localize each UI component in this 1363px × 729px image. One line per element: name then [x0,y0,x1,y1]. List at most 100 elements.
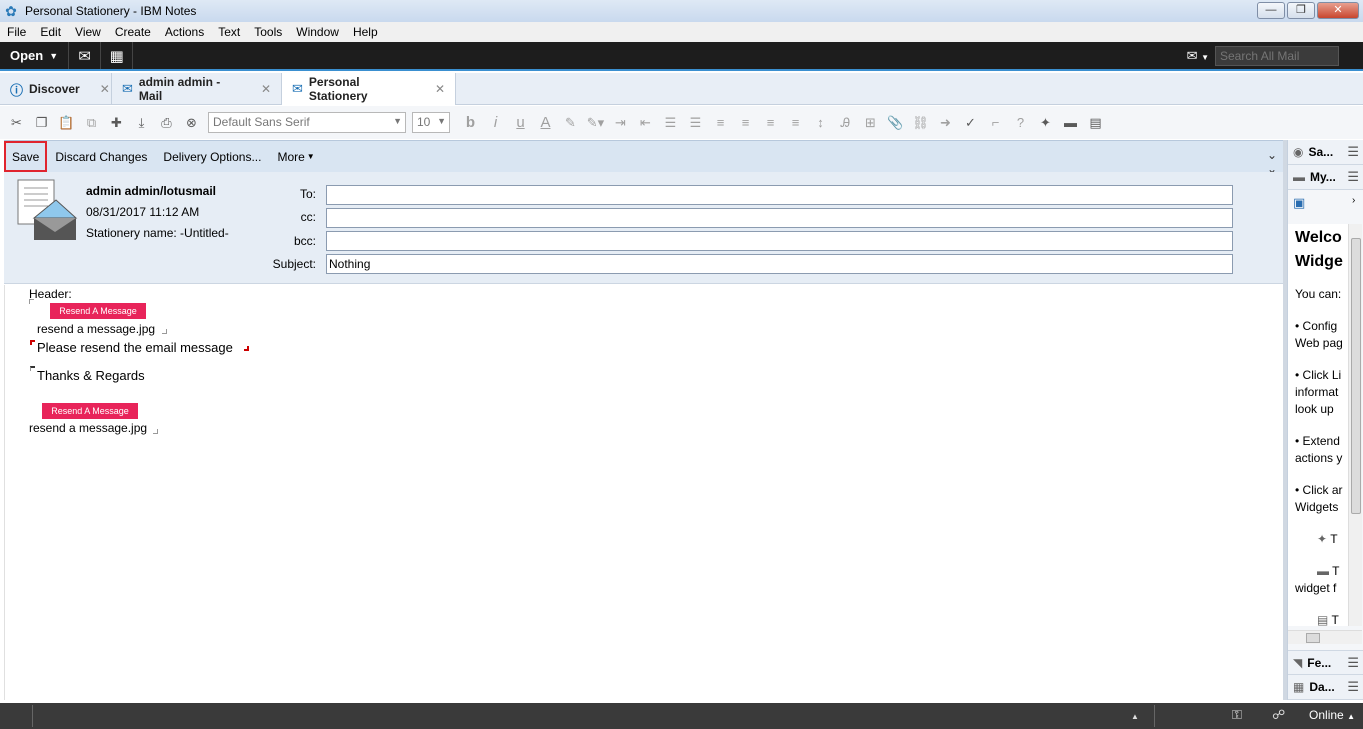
bullet-list-icon[interactable]: ☰ [683,112,708,134]
spellcheck-icon[interactable]: ✓ [958,112,983,134]
menu-tools[interactable]: Tools [247,25,289,39]
menu-help[interactable]: Help [346,25,385,39]
search-input[interactable] [1215,46,1339,66]
widget-icon[interactable]: ✦ [1033,112,1058,134]
calendar-icon[interactable]: ▦ [101,42,134,69]
close-tab-icon[interactable]: ✕ [435,82,445,96]
mail-icon[interactable]: ✉ [69,42,102,69]
menu-window[interactable]: Window [289,25,346,39]
outdent-icon[interactable]: ⇤ [633,112,658,134]
menu-create[interactable]: Create [108,25,158,39]
save-to-icon[interactable]: ⤓ [129,112,154,134]
close-button[interactable]: ✕ [1317,2,1359,19]
new-icon[interactable]: ✚ [104,112,129,134]
attach-icon[interactable]: 📎 [883,112,908,134]
message-body[interactable]: Header: Resend A Message resend a messag… [4,285,1283,700]
stop-icon[interactable]: ⊗ [179,112,204,134]
font-size-select[interactable]: 10 ▼ [412,112,450,133]
cc-field[interactable] [326,208,1233,228]
help-icon[interactable]: ? [1008,112,1033,134]
tab-discover[interactable]: ⓘ Discover ✕ [0,73,112,105]
close-tab-icon[interactable]: ✕ [261,82,271,96]
discard-changes-button[interactable]: Discard Changes [49,141,153,173]
line-spacing-icon[interactable]: ↕ [808,112,833,134]
align-left-icon[interactable]: ≡ [708,112,733,134]
cut-icon[interactable]: ✂ [4,112,29,134]
welcome-title-1: Welco [1295,229,1342,246]
stationery-icon: ✉ [292,81,303,96]
text-style-icon[interactable]: Ꭿ [833,112,858,134]
menu-icon[interactable]: ☰ [1347,655,1359,671]
paste-icon[interactable]: 📋 [54,112,79,134]
sidebar-mywidgets-header[interactable]: ▬ My... ☰ [1288,165,1363,190]
created-date: 08/31/2017 11:12 AM [86,205,200,219]
section-icon[interactable]: ⌐ [983,112,1008,134]
maximize-button[interactable]: ❐ [1287,2,1315,19]
close-tab-icon[interactable]: ✕ [100,82,110,96]
minimize-button[interactable]: — [1257,2,1285,19]
italic-icon[interactable]: i [483,112,508,134]
copy-icon[interactable]: ❐ [29,112,54,134]
caret-up-icon[interactable]: ▲ [1131,712,1139,721]
link-icon[interactable]: ⛓ [908,112,933,134]
welcome-horizontal-scrollbar[interactable] [1288,630,1362,644]
menu-icon[interactable]: ☰ [1347,169,1359,185]
toolbox-icon[interactable]: ▬ [1058,112,1083,134]
resend-image[interactable]: Resend A Message [50,303,146,319]
sidebar-feeds-header[interactable]: ◥ Fe... ☰ [1288,650,1363,675]
menu-bar: File Edit View Create Actions Text Tools… [0,22,1363,42]
menu-icon[interactable]: ☰ [1347,679,1359,695]
forward-icon[interactable]: ➜ [933,112,958,134]
mail-icon: ✉ [122,81,133,96]
scroll-right-icon[interactable]: › [1352,195,1355,206]
justify-icon[interactable]: ≡ [783,112,808,134]
menu-text[interactable]: Text [211,25,247,39]
network-icon[interactable]: ☍ [1272,707,1285,723]
tab-mail[interactable]: ✉ admin admin - Mail ✕ [112,73,282,105]
sametime-label: Sa... [1308,145,1334,159]
scrollbar-thumb[interactable] [1306,633,1320,643]
to-field[interactable] [326,185,1233,205]
text-color-icon[interactable]: A [533,112,558,134]
table-icon[interactable]: ⊞ [858,112,883,134]
more-button[interactable]: More ▼ [271,141,320,173]
sidebar-sametime-header[interactable]: ◉ Sa... ☰ [1288,140,1363,165]
key-icon[interactable]: ⚿ [1232,707,1242,723]
underline-icon[interactable]: u [508,112,533,134]
mywidgets-label: My... [1310,170,1336,184]
menu-file[interactable]: File [0,25,33,39]
menu-actions[interactable]: Actions [158,25,211,39]
menu-icon[interactable]: ☰ [1347,144,1359,160]
scrollbar-thumb[interactable] [1351,238,1361,514]
bold-icon[interactable]: b [458,112,483,134]
tab-personal-stationery[interactable]: ✉ Personal Stationery ✕ [282,73,456,105]
delivery-options-button[interactable]: Delivery Options... [157,141,267,173]
toolbox-icon: ▬ [1293,170,1305,184]
online-status[interactable]: Online ▲ [1309,708,1355,722]
mail-scope-icon[interactable]: ✉ ▼ [1187,48,1209,64]
highlight-color-icon[interactable]: ✎▾ [583,112,608,134]
welcome-vertical-scrollbar[interactable] [1348,224,1362,626]
link-doc-icon[interactable]: ⧉ [79,112,104,134]
subject-field[interactable]: Nothing [326,254,1233,274]
highlight-icon[interactable]: ✎ [558,112,583,134]
tip-1-text: T [1330,532,1338,546]
chevron-down-icon: ▼ [437,116,446,126]
sidebar-icon[interactable]: ▤ [1083,112,1108,134]
numbered-list-icon[interactable]: ☰ [658,112,683,134]
font-family-select[interactable]: Default Sans Serif ▼ [208,112,406,133]
menu-edit[interactable]: Edit [33,25,68,39]
save-button[interactable]: Save [4,141,48,172]
print-icon[interactable]: ⎙ [154,112,179,134]
widget-catalog-icon[interactable]: ▣ [1293,195,1305,211]
open-button[interactable]: Open ▼ [0,42,70,69]
indent-icon[interactable]: ⇥ [608,112,633,134]
sidebar-day-header[interactable]: ▦ Da... ☰ [1288,675,1363,700]
bcc-field[interactable] [326,231,1233,251]
align-center-icon[interactable]: ≡ [733,112,758,134]
resend-image-2[interactable]: Resend A Message [42,403,138,419]
align-right-icon[interactable]: ≡ [758,112,783,134]
menu-view[interactable]: View [68,25,108,39]
section-marker [29,299,34,304]
stationery-envelope-icon [17,179,78,240]
